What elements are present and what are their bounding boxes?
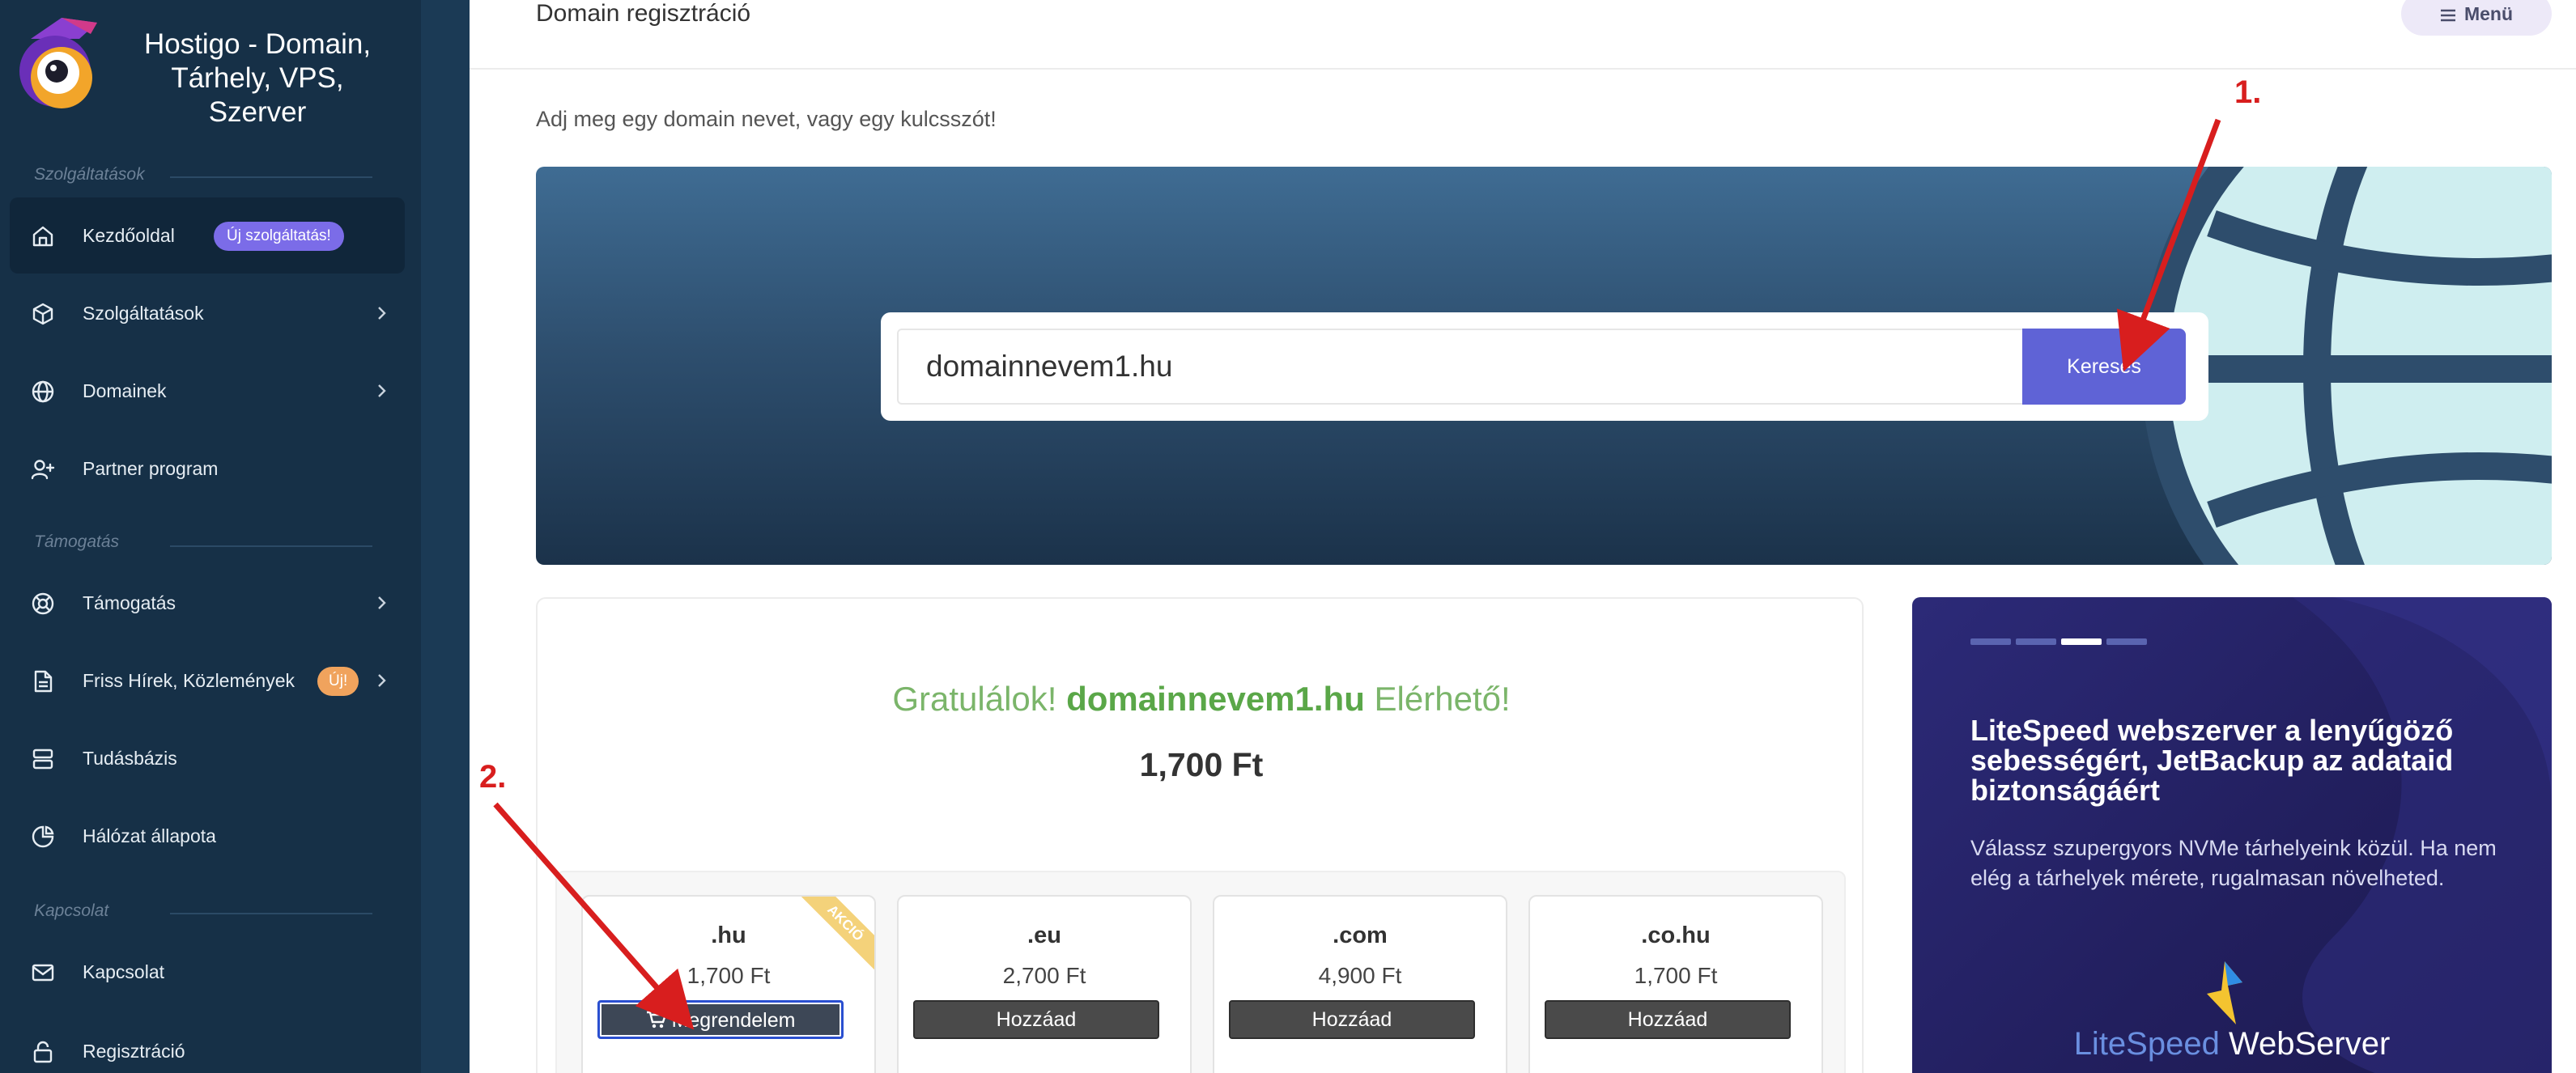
chevron-right-icon (378, 307, 386, 320)
domain-search-input[interactable] (897, 329, 2024, 405)
promo-banner[interactable]: LiteSpeed webszerver a lenyűgöző sebessé… (1912, 597, 2552, 1073)
sidebar-item-partner-program[interactable]: Partner program (10, 430, 405, 507)
section-divider (170, 913, 372, 914)
tld-card-com: .com 4,900 Ft Hozzáad (1213, 895, 1507, 1073)
sidebar-item-label: Tudásbázis (83, 748, 177, 769)
sidebar-item-label: Kapcsolat (83, 961, 165, 982)
tld-suggestions: AKCIÓ .hu 1,700 Ft Megrendelem .eu 2,700… (555, 871, 1846, 1073)
hamburger-icon (2440, 9, 2455, 22)
hostigo-logo-icon (19, 18, 97, 108)
tld-card-eu: .eu 2,700 Ft Hozzáad (897, 895, 1192, 1073)
sidebar-item-label: Hálózat állapota (83, 825, 216, 846)
annotation-step-2: 2. (479, 759, 507, 795)
litespeed-wordmark-web: WebServer (2228, 1026, 2391, 1062)
search-card: Keresés (881, 312, 2208, 421)
order-button-label: Megrendelem (671, 1009, 796, 1032)
carousel-indicators (1970, 634, 2152, 645)
carousel-dot-active[interactable] (2061, 638, 2102, 645)
mail-icon (32, 964, 54, 982)
tld-price: 1,700 Ft (687, 963, 771, 988)
search-button[interactable]: Keresés (2022, 329, 2186, 405)
sidebar-item-label: Domainek (83, 380, 167, 401)
section-title-services: Szolgáltatások (34, 165, 145, 184)
section-divider (170, 545, 372, 547)
sidebar-item-label: Friss Hírek, Közlemények (83, 670, 295, 691)
lifebuoy-icon (32, 592, 54, 615)
chevron-right-icon (378, 674, 386, 687)
home-icon (32, 226, 53, 247)
page-header: Domain regisztráció Menü (470, 0, 2576, 70)
sidebar-item-label: Kezdőoldal (83, 225, 175, 246)
cart-icon (646, 1012, 667, 1028)
user-plus-icon (31, 460, 55, 480)
availability-message: Gratulálok! domainnevem1.hu Elérhető! (538, 680, 1865, 719)
sidebar-item-domains[interactable]: Domainek (10, 353, 405, 429)
carousel-dot[interactable] (2106, 638, 2147, 645)
lock-icon (33, 1041, 53, 1063)
carousel-dot[interactable] (2016, 638, 2056, 645)
domain-search-hero: Keresés (536, 167, 2552, 565)
add-button[interactable]: Hozzáad (913, 1000, 1159, 1039)
sidebar-item-news[interactable]: Friss Hírek, Közlemények Új! (10, 643, 405, 719)
tld-name: .eu (1027, 922, 1061, 948)
availability-suffix: Elérhető! (1374, 680, 1511, 718)
sidebar-item-label: Partner program (83, 458, 219, 479)
availability-prefix: Gratulálok! (892, 680, 1057, 718)
menu-button-label: Menü (2463, 3, 2514, 24)
annotation-step-1: 1. (2234, 74, 2262, 110)
add-button[interactable]: Hozzáad (1229, 1000, 1475, 1039)
tld-price: 2,700 Ft (1002, 963, 1086, 988)
tld-price: 1,700 Ft (1634, 963, 1718, 988)
promo-title: LiteSpeed webszerver a lenyűgöző sebessé… (1970, 714, 2454, 807)
domain-result-card: Gratulálok! domainnevem1.hu Elérhető! 1,… (536, 597, 1864, 1073)
litespeed-logo-icon (2207, 961, 2242, 1024)
menu-button[interactable]: Menü (2401, 0, 2552, 36)
sidebar-item-home[interactable]: Kezdőoldal Új szolgáltatás! (10, 197, 405, 274)
sidebar-item-label: Támogatás (83, 592, 176, 613)
add-button[interactable]: Hozzáad (1545, 1000, 1791, 1039)
chevron-right-icon (378, 384, 386, 397)
sidebar-item-services[interactable]: Szolgáltatások (10, 275, 405, 351)
pie-chart-icon (32, 825, 54, 848)
section-title-support: Támogatás (34, 532, 120, 551)
document-icon (34, 670, 53, 693)
search-instructions: Adj meg egy domain nevet, vagy egy kulcs… (536, 107, 997, 131)
available-domain: domainnevem1.hu (1066, 680, 1365, 718)
chevron-right-icon (378, 596, 386, 609)
database-icon (32, 749, 53, 770)
sidebar-scroll-track (421, 0, 470, 1073)
tld-card-hu: AKCIÓ .hu 1,700 Ft Megrendelem (581, 895, 876, 1073)
carousel-dot[interactable] (1970, 638, 2011, 645)
domain-price: 1,700 Ft (1139, 746, 1264, 783)
tld-price: 4,900 Ft (1318, 963, 1402, 988)
sidebar-item-label: Szolgáltatások (83, 303, 204, 324)
page-title: Domain regisztráció (536, 0, 751, 27)
sidebar: Hostigo - Domain, Tárhely, VPS, Szerver … (0, 0, 470, 1073)
tld-card-co-hu: .co.hu 1,700 Ft Hozzáad (1528, 895, 1823, 1073)
sidebar-item-knowledgebase[interactable]: Tudásbázis (10, 720, 405, 796)
new-badge: Új! (317, 667, 359, 696)
sidebar-item-label: Regisztráció (83, 1041, 185, 1062)
sidebar-item-support[interactable]: Támogatás (10, 565, 405, 641)
promo-text: Válassz szupergyors NVMe tárhelyeink köz… (1970, 836, 2497, 890)
litespeed-wordmark-lite: LiteSpeed (2073, 1026, 2220, 1062)
litespeed-wordmark: LiteSpeed WebServer (1912, 1026, 2552, 1062)
order-button[interactable]: Megrendelem (597, 1000, 844, 1039)
tld-name: .com (1333, 922, 1388, 948)
sidebar-item-register[interactable]: Regisztráció (10, 1013, 405, 1073)
section-divider (170, 176, 372, 178)
tld-name: .hu (711, 922, 746, 948)
box-icon (32, 303, 53, 325)
brand-name: Hostigo - Domain, Tárhely, VPS, Szerver (143, 28, 372, 128)
tld-name: .co.hu (1641, 922, 1711, 948)
sidebar-item-contact[interactable]: Kapcsolat (10, 934, 405, 1010)
brand[interactable]: Hostigo - Domain, Tárhely, VPS, Szerver (0, 0, 421, 134)
section-title-contact: Kapcsolat (34, 901, 109, 920)
sidebar-item-network-status[interactable]: Hálózat állapota (10, 798, 405, 874)
new-service-badge: Új szolgáltatás! (214, 222, 344, 251)
globe-icon (32, 380, 54, 403)
